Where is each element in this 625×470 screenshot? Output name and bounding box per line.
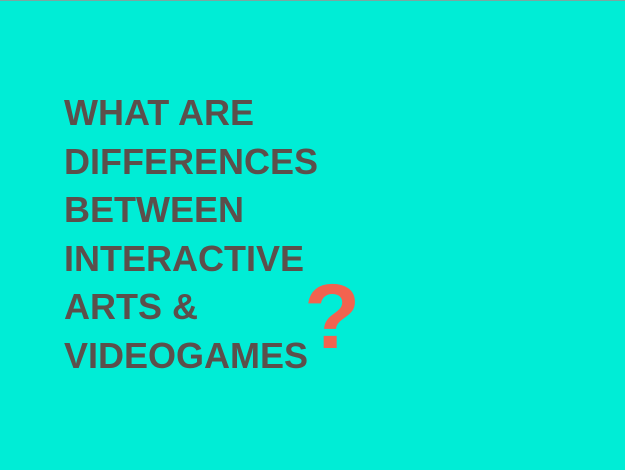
title-line-4: INTERACTIVE xyxy=(64,237,305,279)
title-line-6: VIDEOGAMES xyxy=(64,334,309,376)
slide: WHAT ARE DIFFERENCES BETWEEN INTERACTIVE… xyxy=(0,0,625,470)
title-line-1: WHAT ARE xyxy=(64,92,254,133)
title-line-3: BETWEEN xyxy=(64,189,244,230)
title-line-5: ARTS & xyxy=(64,286,198,327)
question-mark: ? xyxy=(304,266,361,368)
slide-title: WHAT ARE DIFFERENCES BETWEEN INTERACTIVE… xyxy=(64,89,424,380)
title-line-2: DIFFERENCES xyxy=(64,140,319,182)
